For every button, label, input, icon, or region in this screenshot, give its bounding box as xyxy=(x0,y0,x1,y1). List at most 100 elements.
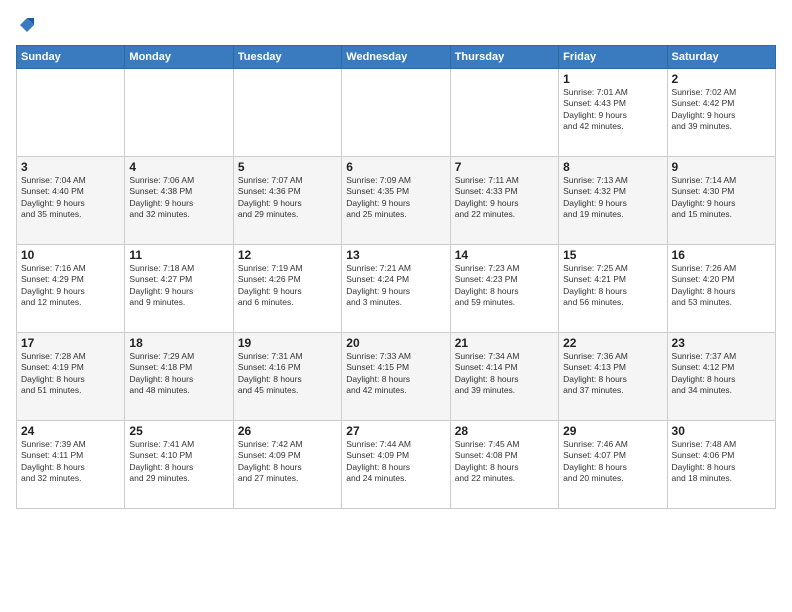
day-number: 19 xyxy=(238,336,337,350)
calendar-cell: 29Sunrise: 7:46 AM Sunset: 4:07 PM Dayli… xyxy=(559,420,667,508)
calendar-cell: 21Sunrise: 7:34 AM Sunset: 4:14 PM Dayli… xyxy=(450,332,558,420)
day-info: Sunrise: 7:39 AM Sunset: 4:11 PM Dayligh… xyxy=(21,439,120,485)
day-info: Sunrise: 7:13 AM Sunset: 4:32 PM Dayligh… xyxy=(563,175,662,221)
day-number: 30 xyxy=(672,424,771,438)
calendar-cell: 6Sunrise: 7:09 AM Sunset: 4:35 PM Daylig… xyxy=(342,156,450,244)
weekday-header: Saturday xyxy=(667,45,775,68)
calendar-cell: 23Sunrise: 7:37 AM Sunset: 4:12 PM Dayli… xyxy=(667,332,775,420)
calendar-header-row: SundayMondayTuesdayWednesdayThursdayFrid… xyxy=(17,45,776,68)
calendar-cell: 4Sunrise: 7:06 AM Sunset: 4:38 PM Daylig… xyxy=(125,156,233,244)
calendar-week-row: 1Sunrise: 7:01 AM Sunset: 4:43 PM Daylig… xyxy=(17,68,776,156)
day-number: 7 xyxy=(455,160,554,174)
day-info: Sunrise: 7:42 AM Sunset: 4:09 PM Dayligh… xyxy=(238,439,337,485)
calendar-cell: 15Sunrise: 7:25 AM Sunset: 4:21 PM Dayli… xyxy=(559,244,667,332)
calendar-cell: 1Sunrise: 7:01 AM Sunset: 4:43 PM Daylig… xyxy=(559,68,667,156)
day-number: 20 xyxy=(346,336,445,350)
calendar-cell: 17Sunrise: 7:28 AM Sunset: 4:19 PM Dayli… xyxy=(17,332,125,420)
weekday-header: Monday xyxy=(125,45,233,68)
day-number: 17 xyxy=(21,336,120,350)
calendar-cell: 12Sunrise: 7:19 AM Sunset: 4:26 PM Dayli… xyxy=(233,244,341,332)
calendar-cell: 14Sunrise: 7:23 AM Sunset: 4:23 PM Dayli… xyxy=(450,244,558,332)
day-number: 14 xyxy=(455,248,554,262)
day-number: 23 xyxy=(672,336,771,350)
day-number: 28 xyxy=(455,424,554,438)
day-info: Sunrise: 7:16 AM Sunset: 4:29 PM Dayligh… xyxy=(21,263,120,309)
day-info: Sunrise: 7:28 AM Sunset: 4:19 PM Dayligh… xyxy=(21,351,120,397)
day-info: Sunrise: 7:36 AM Sunset: 4:13 PM Dayligh… xyxy=(563,351,662,397)
calendar-cell: 10Sunrise: 7:16 AM Sunset: 4:29 PM Dayli… xyxy=(17,244,125,332)
day-info: Sunrise: 7:01 AM Sunset: 4:43 PM Dayligh… xyxy=(563,87,662,133)
day-info: Sunrise: 7:31 AM Sunset: 4:16 PM Dayligh… xyxy=(238,351,337,397)
calendar-cell: 2Sunrise: 7:02 AM Sunset: 4:42 PM Daylig… xyxy=(667,68,775,156)
day-number: 10 xyxy=(21,248,120,262)
day-info: Sunrise: 7:11 AM Sunset: 4:33 PM Dayligh… xyxy=(455,175,554,221)
day-number: 24 xyxy=(21,424,120,438)
calendar-cell: 26Sunrise: 7:42 AM Sunset: 4:09 PM Dayli… xyxy=(233,420,341,508)
day-info: Sunrise: 7:41 AM Sunset: 4:10 PM Dayligh… xyxy=(129,439,228,485)
day-number: 27 xyxy=(346,424,445,438)
calendar-week-row: 3Sunrise: 7:04 AM Sunset: 4:40 PM Daylig… xyxy=(17,156,776,244)
weekday-header: Tuesday xyxy=(233,45,341,68)
header xyxy=(16,12,776,39)
day-info: Sunrise: 7:02 AM Sunset: 4:42 PM Dayligh… xyxy=(672,87,771,133)
day-number: 4 xyxy=(129,160,228,174)
calendar-week-row: 17Sunrise: 7:28 AM Sunset: 4:19 PM Dayli… xyxy=(17,332,776,420)
day-number: 21 xyxy=(455,336,554,350)
day-info: Sunrise: 7:34 AM Sunset: 4:14 PM Dayligh… xyxy=(455,351,554,397)
day-info: Sunrise: 7:46 AM Sunset: 4:07 PM Dayligh… xyxy=(563,439,662,485)
page: SundayMondayTuesdayWednesdayThursdayFrid… xyxy=(0,0,792,612)
day-number: 2 xyxy=(672,72,771,86)
logo-icon xyxy=(18,16,36,34)
day-info: Sunrise: 7:14 AM Sunset: 4:30 PM Dayligh… xyxy=(672,175,771,221)
day-info: Sunrise: 7:29 AM Sunset: 4:18 PM Dayligh… xyxy=(129,351,228,397)
weekday-header: Sunday xyxy=(17,45,125,68)
day-info: Sunrise: 7:23 AM Sunset: 4:23 PM Dayligh… xyxy=(455,263,554,309)
day-number: 6 xyxy=(346,160,445,174)
day-info: Sunrise: 7:48 AM Sunset: 4:06 PM Dayligh… xyxy=(672,439,771,485)
day-info: Sunrise: 7:25 AM Sunset: 4:21 PM Dayligh… xyxy=(563,263,662,309)
calendar-cell xyxy=(450,68,558,156)
day-number: 5 xyxy=(238,160,337,174)
day-number: 25 xyxy=(129,424,228,438)
day-number: 8 xyxy=(563,160,662,174)
day-info: Sunrise: 7:06 AM Sunset: 4:38 PM Dayligh… xyxy=(129,175,228,221)
calendar-cell: 22Sunrise: 7:36 AM Sunset: 4:13 PM Dayli… xyxy=(559,332,667,420)
day-number: 1 xyxy=(563,72,662,86)
calendar-cell: 5Sunrise: 7:07 AM Sunset: 4:36 PM Daylig… xyxy=(233,156,341,244)
day-info: Sunrise: 7:19 AM Sunset: 4:26 PM Dayligh… xyxy=(238,263,337,309)
day-info: Sunrise: 7:26 AM Sunset: 4:20 PM Dayligh… xyxy=(672,263,771,309)
day-number: 16 xyxy=(672,248,771,262)
day-number: 9 xyxy=(672,160,771,174)
day-info: Sunrise: 7:21 AM Sunset: 4:24 PM Dayligh… xyxy=(346,263,445,309)
calendar-cell: 3Sunrise: 7:04 AM Sunset: 4:40 PM Daylig… xyxy=(17,156,125,244)
day-number: 11 xyxy=(129,248,228,262)
day-info: Sunrise: 7:44 AM Sunset: 4:09 PM Dayligh… xyxy=(346,439,445,485)
calendar-cell xyxy=(233,68,341,156)
calendar-cell: 7Sunrise: 7:11 AM Sunset: 4:33 PM Daylig… xyxy=(450,156,558,244)
calendar-table: SundayMondayTuesdayWednesdayThursdayFrid… xyxy=(16,45,776,509)
day-info: Sunrise: 7:33 AM Sunset: 4:15 PM Dayligh… xyxy=(346,351,445,397)
calendar-cell xyxy=(125,68,233,156)
day-number: 22 xyxy=(563,336,662,350)
calendar-week-row: 10Sunrise: 7:16 AM Sunset: 4:29 PM Dayli… xyxy=(17,244,776,332)
calendar-cell: 19Sunrise: 7:31 AM Sunset: 4:16 PM Dayli… xyxy=(233,332,341,420)
weekday-header: Wednesday xyxy=(342,45,450,68)
day-number: 18 xyxy=(129,336,228,350)
day-info: Sunrise: 7:04 AM Sunset: 4:40 PM Dayligh… xyxy=(21,175,120,221)
calendar-cell: 16Sunrise: 7:26 AM Sunset: 4:20 PM Dayli… xyxy=(667,244,775,332)
calendar-cell: 18Sunrise: 7:29 AM Sunset: 4:18 PM Dayli… xyxy=(125,332,233,420)
day-number: 15 xyxy=(563,248,662,262)
calendar-week-row: 24Sunrise: 7:39 AM Sunset: 4:11 PM Dayli… xyxy=(17,420,776,508)
calendar-cell: 27Sunrise: 7:44 AM Sunset: 4:09 PM Dayli… xyxy=(342,420,450,508)
day-info: Sunrise: 7:37 AM Sunset: 4:12 PM Dayligh… xyxy=(672,351,771,397)
day-info: Sunrise: 7:09 AM Sunset: 4:35 PM Dayligh… xyxy=(346,175,445,221)
weekday-header: Friday xyxy=(559,45,667,68)
calendar-cell: 9Sunrise: 7:14 AM Sunset: 4:30 PM Daylig… xyxy=(667,156,775,244)
day-number: 26 xyxy=(238,424,337,438)
calendar-cell: 28Sunrise: 7:45 AM Sunset: 4:08 PM Dayli… xyxy=(450,420,558,508)
calendar-cell xyxy=(17,68,125,156)
day-number: 13 xyxy=(346,248,445,262)
calendar-cell: 13Sunrise: 7:21 AM Sunset: 4:24 PM Dayli… xyxy=(342,244,450,332)
day-number: 29 xyxy=(563,424,662,438)
calendar-cell: 25Sunrise: 7:41 AM Sunset: 4:10 PM Dayli… xyxy=(125,420,233,508)
